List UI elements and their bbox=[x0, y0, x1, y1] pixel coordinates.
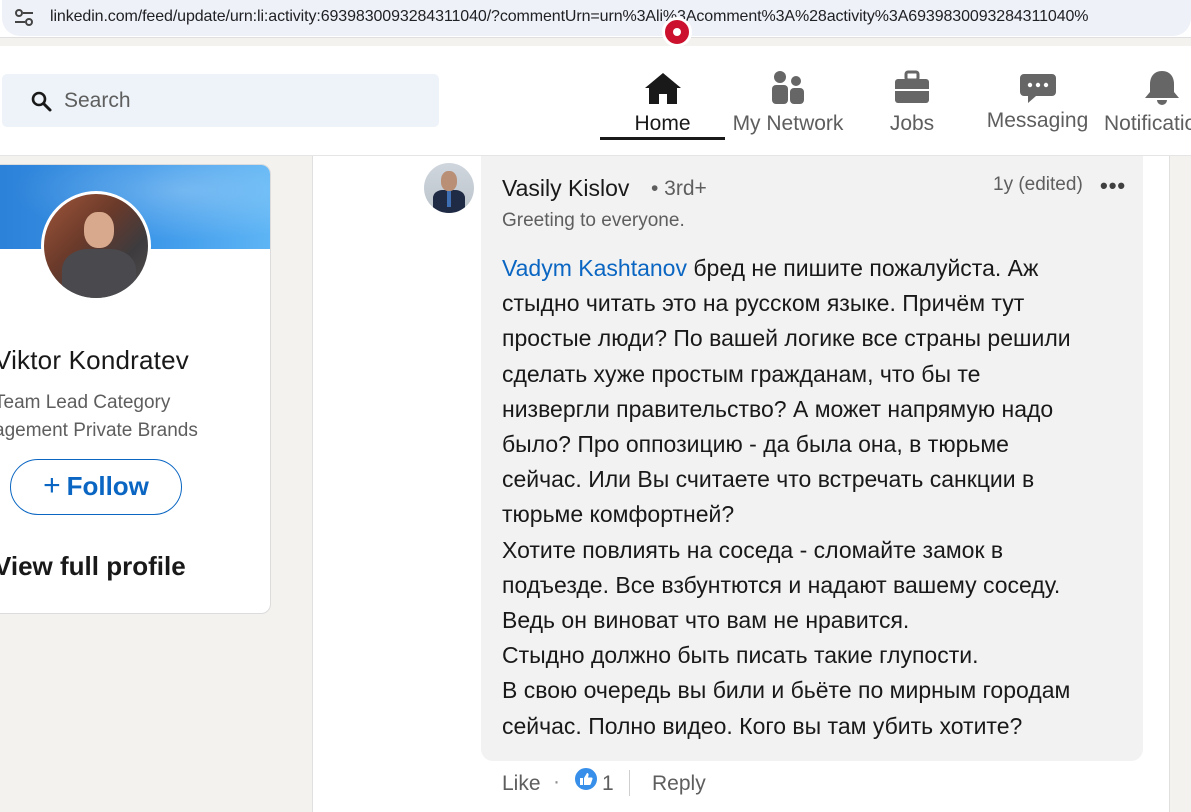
reply-button[interactable]: Reply bbox=[652, 772, 706, 796]
avatar-tie bbox=[447, 191, 451, 207]
search-icon bbox=[31, 91, 52, 112]
nav-my-network[interactable]: My Network bbox=[727, 46, 849, 156]
avatar-face bbox=[84, 212, 114, 248]
comment-line: простые люди? По вашей логике все страны… bbox=[502, 325, 1071, 352]
site-settings-icon[interactable] bbox=[14, 9, 34, 27]
reaction-count[interactable]: 1 bbox=[602, 772, 614, 796]
profile-card: Viktor Kondratev Team Lead Category agem… bbox=[0, 164, 271, 614]
nav-messaging-label: Messaging bbox=[986, 109, 1089, 132]
nav-notifications-label: Notificatio bbox=[1104, 112, 1191, 135]
comment-line: стыдно читать это на русском языке. Прич… bbox=[502, 290, 1025, 317]
url-text[interactable]: linkedin.com/feed/update/urn:li:activity… bbox=[50, 8, 1089, 26]
comment-line: сделать хуже простым гражданам, что бы т… bbox=[502, 360, 981, 387]
nav-home[interactable]: Home bbox=[600, 46, 725, 156]
comment-line: В свою очередь вы били и бьёте по мирным… bbox=[502, 677, 1071, 704]
active-tab-indicator bbox=[600, 137, 725, 140]
comment-line: Стыдно должно быть писать такие глупости… bbox=[502, 642, 979, 669]
avatar-face bbox=[441, 171, 457, 191]
like-button[interactable]: Like bbox=[502, 772, 541, 796]
actions-divider bbox=[629, 770, 630, 796]
comment-timestamp: 1y (edited) bbox=[993, 174, 1083, 195]
global-nav: Search Home My Network Jobs Messaging No… bbox=[0, 46, 1191, 156]
briefcase-icon bbox=[895, 70, 929, 103]
nav-my-network-label: My Network bbox=[732, 112, 844, 135]
comment-line: подъезде. Все взбунтются и надают вашему… bbox=[502, 571, 1061, 598]
nav-notifications[interactable]: Notificatio bbox=[1100, 46, 1191, 156]
avatar-body bbox=[62, 249, 136, 298]
follow-label: Follow bbox=[66, 471, 149, 501]
profile-headline-line: agement Private Brands bbox=[0, 420, 198, 441]
chat-icon bbox=[1019, 74, 1056, 103]
mention-link[interactable]: Vadym Kashtanov bbox=[502, 255, 687, 281]
view-full-profile-link[interactable]: View full profile bbox=[0, 551, 186, 582]
comment-line: Хотите повлиять на соседа - сломайте зам… bbox=[502, 536, 1004, 563]
plus-icon: + bbox=[43, 469, 61, 502]
comment-line: сейчас. Полно видео. Кого вы там убить х… bbox=[502, 712, 1023, 739]
like-reaction-icon[interactable] bbox=[574, 767, 598, 791]
nav-jobs-label: Jobs bbox=[889, 112, 935, 135]
search-input[interactable]: Search bbox=[2, 74, 439, 127]
comment-author-tagline: Greeting to everyone. bbox=[502, 210, 685, 231]
browser-address-bar: linkedin.com/feed/update/urn:li:activity… bbox=[0, 0, 1191, 38]
profile-headline: Team Lead Category agement Private Brand… bbox=[0, 389, 254, 445]
more-options-icon[interactable]: ••• bbox=[1100, 173, 1126, 199]
comment-author-name[interactable]: Vasily Kislov bbox=[502, 175, 629, 202]
comment-line-text: бред не пишите пожалуйста. Аж bbox=[686, 255, 1039, 281]
thumbs-up-icon bbox=[580, 773, 593, 785]
nav-jobs[interactable]: Jobs bbox=[862, 46, 962, 156]
comment-line: низвергли правительство? А может напряму… bbox=[502, 395, 1054, 422]
profile-headline-line: Team Lead Category bbox=[0, 392, 171, 413]
comment-line: было? Про оппозицию - да была она, в тюр… bbox=[502, 431, 1009, 458]
comment-line: сейчас. Или Вы считаете что встречать са… bbox=[502, 466, 1035, 493]
follow-button[interactable]: + Follow bbox=[10, 459, 182, 515]
avatar[interactable] bbox=[41, 191, 151, 301]
home-icon bbox=[644, 73, 681, 104]
comment-line: Ведь он виноват что вам не нравится. bbox=[502, 607, 910, 634]
comment-line: тюрьме комфортней? bbox=[502, 501, 735, 528]
people-icon bbox=[772, 71, 804, 104]
comment-line: Vadym Kashtanov бред не пишите пожалуйст… bbox=[502, 251, 1132, 286]
commenter-avatar[interactable] bbox=[424, 163, 474, 213]
bell-icon bbox=[1145, 71, 1179, 105]
separator-dot: · bbox=[553, 770, 560, 793]
nav-home-label: Home bbox=[634, 112, 691, 135]
notification-badge bbox=[662, 17, 692, 47]
nav-messaging[interactable]: Messaging bbox=[980, 46, 1095, 156]
search-placeholder: Search bbox=[64, 89, 131, 112]
connection-degree: • 3rd+ bbox=[651, 177, 707, 200]
comment-body: Vadym Kashtanov бред не пишите пожалуйст… bbox=[502, 251, 1132, 744]
profile-name[interactable]: Viktor Kondratev bbox=[0, 345, 189, 376]
url-field[interactable]: linkedin.com/feed/update/urn:li:activity… bbox=[2, 0, 1191, 36]
